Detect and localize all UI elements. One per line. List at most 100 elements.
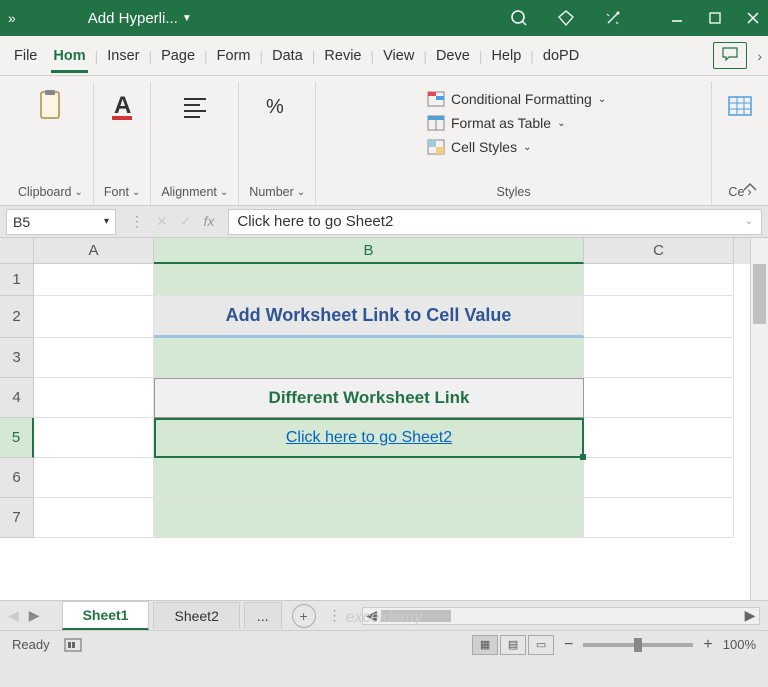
cell-b1[interactable] bbox=[154, 264, 584, 296]
zoom-slider[interactable] bbox=[583, 643, 693, 647]
wand-icon[interactable] bbox=[604, 9, 622, 27]
cell-a7[interactable] bbox=[34, 498, 154, 538]
cell-a3[interactable] bbox=[34, 338, 154, 378]
decrease-icon[interactable]: ⋮ bbox=[130, 213, 144, 230]
cell-a4[interactable] bbox=[34, 378, 154, 418]
row-header-1[interactable]: 1 bbox=[0, 264, 34, 296]
sheet-tab-sheet2[interactable]: Sheet2 bbox=[153, 602, 239, 629]
group-number: % Number ⌄ bbox=[239, 82, 316, 205]
close-icon[interactable] bbox=[746, 11, 760, 25]
alignment-icon[interactable] bbox=[177, 88, 213, 124]
cells-icon[interactable] bbox=[722, 88, 758, 124]
cell-c5[interactable] bbox=[584, 418, 734, 458]
group-styles: Conditional Formatting ⌄ Format as Table… bbox=[316, 82, 712, 205]
zoom-out-button[interactable]: − bbox=[564, 636, 573, 654]
tab-review[interactable]: Revie bbox=[316, 40, 369, 72]
cell-c2[interactable] bbox=[584, 296, 734, 338]
scrollbar-thumb[interactable] bbox=[381, 610, 451, 622]
document-name[interactable]: Add Hyperli... ▼ bbox=[88, 10, 192, 27]
sheet-tab-sheet1[interactable]: Sheet1 bbox=[62, 601, 150, 630]
zoom-level[interactable]: 100% bbox=[723, 637, 756, 652]
name-box-value: B5 bbox=[13, 214, 30, 230]
tab-help[interactable]: Help bbox=[483, 40, 529, 72]
col-header-a[interactable]: A bbox=[34, 238, 154, 264]
tab-developer[interactable]: Deve bbox=[428, 40, 478, 72]
next-sheet-icon[interactable]: ▶ bbox=[29, 607, 40, 624]
search-icon[interactable] bbox=[510, 9, 528, 27]
conditional-formatting-button[interactable]: Conditional Formatting ⌄ bbox=[427, 88, 606, 110]
zoom-in-button[interactable]: + bbox=[703, 636, 712, 654]
drag-handle-icon[interactable]: ⋮ bbox=[328, 607, 342, 624]
fx-label[interactable]: fx bbox=[203, 213, 214, 230]
expand-icon[interactable]: ⌄ bbox=[745, 216, 753, 227]
normal-view-button[interactable]: ▦ bbox=[472, 635, 498, 655]
tab-home[interactable]: Hom bbox=[45, 40, 93, 72]
group-cells: Ce › bbox=[712, 82, 768, 205]
cell-a1[interactable] bbox=[34, 264, 154, 296]
col-header-b[interactable]: B bbox=[154, 238, 584, 264]
add-sheet-button[interactable]: + bbox=[292, 604, 316, 628]
overflow-icon[interactable]: › bbox=[757, 48, 762, 64]
column-headers: A B C bbox=[0, 238, 750, 264]
row-header-6[interactable]: 6 bbox=[0, 458, 34, 498]
cell-b6[interactable] bbox=[154, 458, 584, 498]
chevron-down-icon: ▾ bbox=[104, 216, 109, 227]
tab-insert[interactable]: Inser bbox=[99, 40, 147, 72]
paste-icon[interactable] bbox=[32, 88, 68, 124]
select-all-corner[interactable] bbox=[0, 238, 34, 264]
scroll-left-icon[interactable]: ◀ bbox=[363, 607, 381, 624]
cancel-icon[interactable]: ✕ bbox=[156, 213, 168, 230]
diamond-icon[interactable] bbox=[556, 9, 576, 27]
horizontal-scrollbar[interactable]: ◀ ▶ bbox=[362, 607, 760, 625]
page-layout-button[interactable]: ▤ bbox=[500, 635, 526, 655]
more-icon[interactable]: » bbox=[8, 10, 16, 26]
row-header-7[interactable]: 7 bbox=[0, 498, 34, 538]
scrollbar-thumb[interactable] bbox=[753, 264, 766, 324]
page-break-button[interactable]: ▭ bbox=[528, 635, 554, 655]
tab-dopdf[interactable]: doPD bbox=[535, 40, 587, 72]
confirm-icon[interactable]: ✓ bbox=[180, 213, 192, 230]
row-header-2[interactable]: 2 bbox=[0, 296, 34, 338]
cell-c7[interactable] bbox=[584, 498, 734, 538]
cell-c6[interactable] bbox=[584, 458, 734, 498]
comments-button[interactable] bbox=[713, 42, 747, 69]
collapse-ribbon-icon[interactable] bbox=[742, 181, 758, 197]
font-icon[interactable]: A bbox=[104, 88, 140, 124]
cell-b5[interactable]: Click here to go Sheet2 bbox=[154, 418, 584, 458]
tab-formulas[interactable]: Form bbox=[209, 40, 259, 72]
tab-data[interactable]: Data bbox=[264, 40, 311, 72]
cell-b3[interactable] bbox=[154, 338, 584, 378]
tab-file[interactable]: File bbox=[6, 40, 45, 72]
col-header-c[interactable]: C bbox=[584, 238, 734, 264]
cell-a6[interactable] bbox=[34, 458, 154, 498]
scroll-right-icon[interactable]: ▶ bbox=[741, 607, 759, 624]
format-as-table-button[interactable]: Format as Table ⌄ bbox=[427, 112, 566, 134]
tab-view[interactable]: View bbox=[375, 40, 422, 72]
cond-format-label: Conditional Formatting bbox=[451, 91, 592, 107]
cell-c3[interactable] bbox=[584, 338, 734, 378]
row-header-3[interactable]: 3 bbox=[0, 338, 34, 378]
cell-b4[interactable]: Different Worksheet Link bbox=[154, 378, 584, 418]
cell-a5[interactable] bbox=[34, 418, 154, 458]
cell-b2[interactable]: Add Worksheet Link to Cell Value bbox=[154, 296, 584, 338]
number-icon[interactable]: % bbox=[259, 88, 295, 124]
styles-label: Styles bbox=[497, 181, 531, 205]
row-header-5[interactable]: 5 bbox=[0, 418, 34, 458]
maximize-icon[interactable] bbox=[708, 11, 722, 25]
cell-styles-button[interactable]: Cell Styles ⌄ bbox=[427, 136, 532, 158]
macro-icon[interactable] bbox=[64, 638, 82, 652]
sheet-tab-more[interactable]: ... bbox=[244, 602, 282, 629]
formula-input[interactable]: Click here to go Sheet2 ⌄ bbox=[228, 209, 762, 235]
row-header-4[interactable]: 4 bbox=[0, 378, 34, 418]
cell-a2[interactable] bbox=[34, 296, 154, 338]
cell-b7[interactable] bbox=[154, 498, 584, 538]
minimize-icon[interactable] bbox=[670, 11, 684, 25]
zoom-handle[interactable] bbox=[634, 638, 642, 652]
cell-c1[interactable] bbox=[584, 264, 734, 296]
prev-sheet-icon[interactable]: ◀ bbox=[8, 607, 19, 624]
vertical-scrollbar[interactable] bbox=[750, 238, 768, 600]
name-box[interactable]: B5 ▾ bbox=[6, 209, 116, 235]
svg-text:A: A bbox=[114, 92, 131, 119]
tab-page-layout[interactable]: Page bbox=[153, 40, 203, 72]
cell-c4[interactable] bbox=[584, 378, 734, 418]
